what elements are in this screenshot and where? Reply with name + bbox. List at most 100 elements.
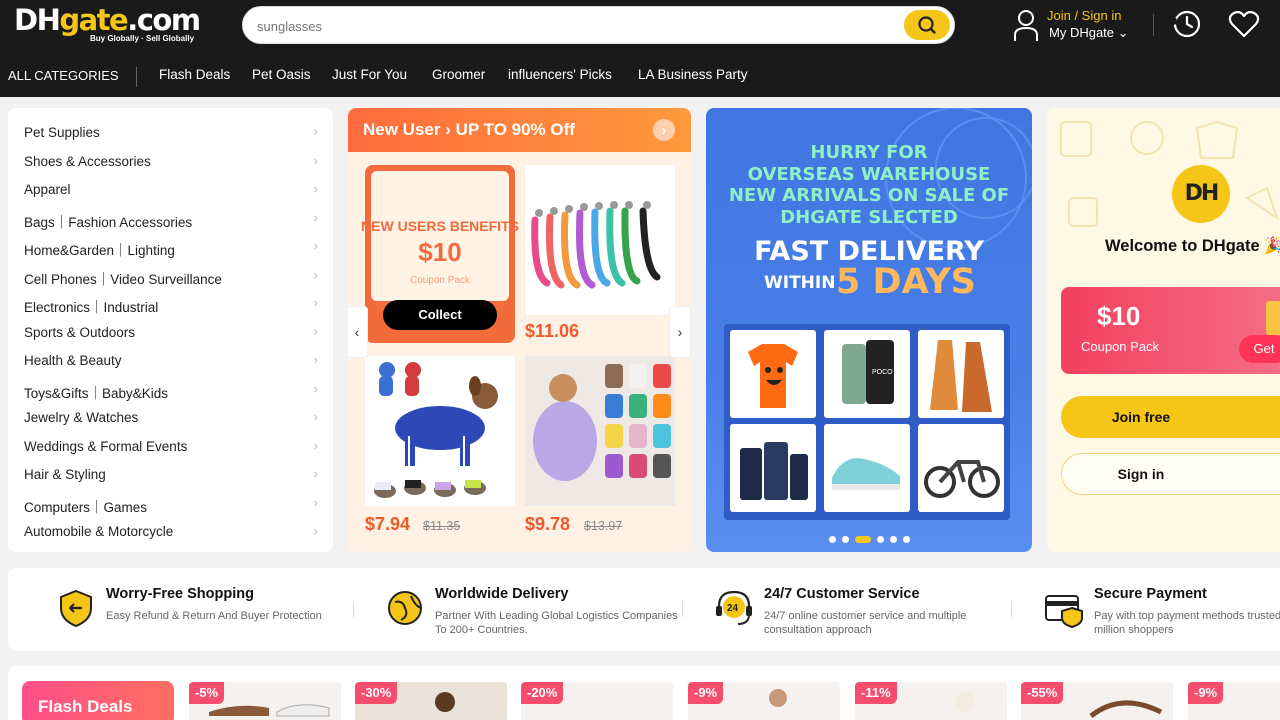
- collect-button[interactable]: Collect: [383, 300, 497, 330]
- chevron-right-icon: ›: [313, 380, 318, 396]
- flash-item[interactable]: -11%: [855, 682, 1007, 720]
- category-item[interactable]: Home&Garden｜Lighting ›: [24, 236, 324, 258]
- promo-banner[interactable]: HURRY FOR OVERSEAS WAREHOUSE NEW ARRIVAL…: [706, 108, 1032, 552]
- nav-flash-deals[interactable]: Flash Deals: [159, 67, 230, 82]
- heart-icon[interactable]: [1228, 9, 1260, 39]
- product-price: $11.06: [525, 321, 580, 341]
- product-image-dog-collars[interactable]: [525, 165, 675, 315]
- dhgate-avatar-logo: DH: [1172, 165, 1230, 223]
- flash-item[interactable]: -20%: [521, 682, 673, 720]
- flash-item[interactable]: -9%: [1188, 682, 1280, 720]
- new-user-title: New User › UP TO 90% Off: [363, 120, 575, 139]
- chevron-right-icon: ›: [313, 323, 318, 339]
- nav-pet-oasis[interactable]: Pet Oasis: [252, 67, 311, 82]
- coupon-pack-label: Coupon Pack: [409, 275, 471, 286]
- discount-badge: -11%: [855, 682, 897, 704]
- join-free-button[interactable]: Join free: [1061, 396, 1280, 438]
- category-item[interactable]: Automobile & Motorcycle ›: [24, 521, 324, 543]
- carousel-next-button[interactable]: ›: [669, 306, 691, 358]
- chevron-right-icon: ›: [313, 181, 318, 196]
- slide-dot[interactable]: [876, 536, 884, 544]
- chevron-left-icon: ‹: [354, 324, 360, 340]
- category-item[interactable]: Hair & Styling ›: [24, 464, 324, 486]
- category-item[interactable]: Sports & Outdoors ›: [24, 322, 324, 344]
- slide-dot[interactable]: [841, 536, 849, 544]
- flash-deals-title[interactable]: Flash Deals: [22, 681, 174, 720]
- nav-groomer[interactable]: Groomer: [432, 67, 485, 82]
- svg-text:24: 24: [727, 603, 739, 614]
- shield-return-icon: [60, 589, 92, 628]
- flash-item[interactable]: -30%: [355, 682, 507, 720]
- logo-wordmark: DHgate.com: [14, 3, 201, 37]
- discount-badge: -5%: [189, 682, 225, 704]
- banner-phone-image: POCO: [824, 330, 910, 418]
- chevron-right-icon[interactable]: ›: [653, 119, 675, 141]
- nav-la-business-party[interactable]: LA Business Party: [638, 67, 748, 82]
- get-coupon-button[interactable]: Get: [1239, 335, 1280, 363]
- gift-icon: [1266, 301, 1280, 335]
- banner-sneaker-image: [824, 424, 910, 512]
- flash-deals-section: Flash Deals -5% -30% -20% -9% -11% -55% …: [8, 666, 1280, 720]
- feature-divider: [1011, 601, 1012, 617]
- user-icon: [1014, 10, 1038, 41]
- nav-divider: [136, 67, 137, 87]
- chevron-right-icon: ›: [313, 352, 318, 367]
- category-item[interactable]: Shoes & Accessories ›: [24, 151, 324, 173]
- banner-luggage-image: [730, 424, 816, 512]
- banner-product-grid: POCO: [724, 324, 1010, 520]
- logo-tagline: Buy Globally · Sell Globally: [90, 34, 195, 43]
- new-user-coupon: NEW USERS BENEFITS $10 Coupon Pack Colle…: [361, 165, 519, 343]
- category-item[interactable]: Jewelry & Watches ›: [24, 407, 324, 429]
- search-bar: [242, 6, 955, 44]
- slide-dot[interactable]: [889, 536, 897, 544]
- banner-ebike-image: [918, 424, 1004, 512]
- flash-item[interactable]: -5%: [189, 682, 341, 720]
- history-icon[interactable]: [1172, 9, 1202, 39]
- welcome-coupon: $10 Coupon Pack Get: [1061, 287, 1280, 374]
- category-item[interactable]: Pet Supplies ›: [24, 122, 324, 144]
- product-image-dog-jackets[interactable]: [525, 356, 675, 506]
- search-button[interactable]: [904, 10, 950, 40]
- banner-days: 5 DAYS: [836, 262, 976, 302]
- category-item[interactable]: Weddings & Formal Events ›: [24, 436, 324, 458]
- product-image-dog-hoodie[interactable]: [365, 356, 515, 506]
- account-menu[interactable]: Join / Sign in My DHgate ⌄: [1013, 6, 1148, 46]
- category-item[interactable]: Computers｜Games ›: [24, 493, 324, 515]
- flash-item[interactable]: -55%: [1021, 682, 1173, 720]
- flash-item[interactable]: -9%: [688, 682, 840, 720]
- header-divider: [1153, 14, 1154, 36]
- sign-in-button[interactable]: Sign in: [1061, 453, 1280, 495]
- slide-dot[interactable]: [902, 536, 910, 544]
- discount-badge: -9%: [688, 682, 724, 704]
- search-input[interactable]: [257, 16, 857, 36]
- banner-within: WITHIN: [764, 273, 836, 293]
- discount-badge: -30%: [355, 682, 398, 704]
- discount-badge: -55%: [1021, 682, 1064, 704]
- category-item[interactable]: Cell Phones｜Video Surveillance ›: [24, 265, 324, 287]
- banner-dress-image: [918, 330, 1004, 418]
- dhgate-logo[interactable]: DHgate.com Buy Globally · Sell Globally: [14, 3, 201, 46]
- category-item[interactable]: Health & Beauty ›: [24, 350, 324, 372]
- category-item[interactable]: Toys&Gifts｜Baby&Kids ›: [24, 379, 324, 401]
- feature-worldwide-delivery: Worldwide Delivery Partner With Leading …: [385, 568, 705, 651]
- category-item[interactable]: Bags｜Fashion Accessories ›: [24, 208, 324, 230]
- chevron-right-icon: ›: [313, 466, 318, 481]
- slide-dot-active[interactable]: [854, 536, 871, 544]
- join-signin-link[interactable]: Join / Sign in: [1047, 8, 1121, 23]
- nav-influencers-picks[interactable]: influencers' Picks: [508, 67, 612, 82]
- welcome-title: Welcome to DHgate 🎉: [1105, 237, 1280, 255]
- all-categories-button[interactable]: ALL CATEGORIES: [8, 68, 119, 83]
- carousel-prev-button[interactable]: ‹: [348, 306, 368, 358]
- new-user-header[interactable]: New User › UP TO 90% Off ›: [348, 108, 691, 154]
- welcome-coupon-amount: $10: [1097, 301, 1141, 331]
- slide-dot[interactable]: [828, 536, 836, 544]
- dog-jackets-image: [525, 356, 675, 506]
- my-dhgate-dropdown[interactable]: My DHgate ⌄: [1049, 25, 1129, 41]
- category-item[interactable]: Apparel ›: [24, 179, 324, 201]
- svg-text:POCO: POCO: [872, 369, 893, 376]
- category-item[interactable]: Electronics｜Industrial ›: [24, 293, 324, 315]
- chevron-right-icon: ›: [313, 409, 318, 424]
- service-features-bar: Worry-Free Shopping Easy Refund & Return…: [8, 568, 1280, 651]
- banner-tshirt-image: [730, 330, 816, 418]
- nav-just-for-you[interactable]: Just For You: [332, 67, 407, 82]
